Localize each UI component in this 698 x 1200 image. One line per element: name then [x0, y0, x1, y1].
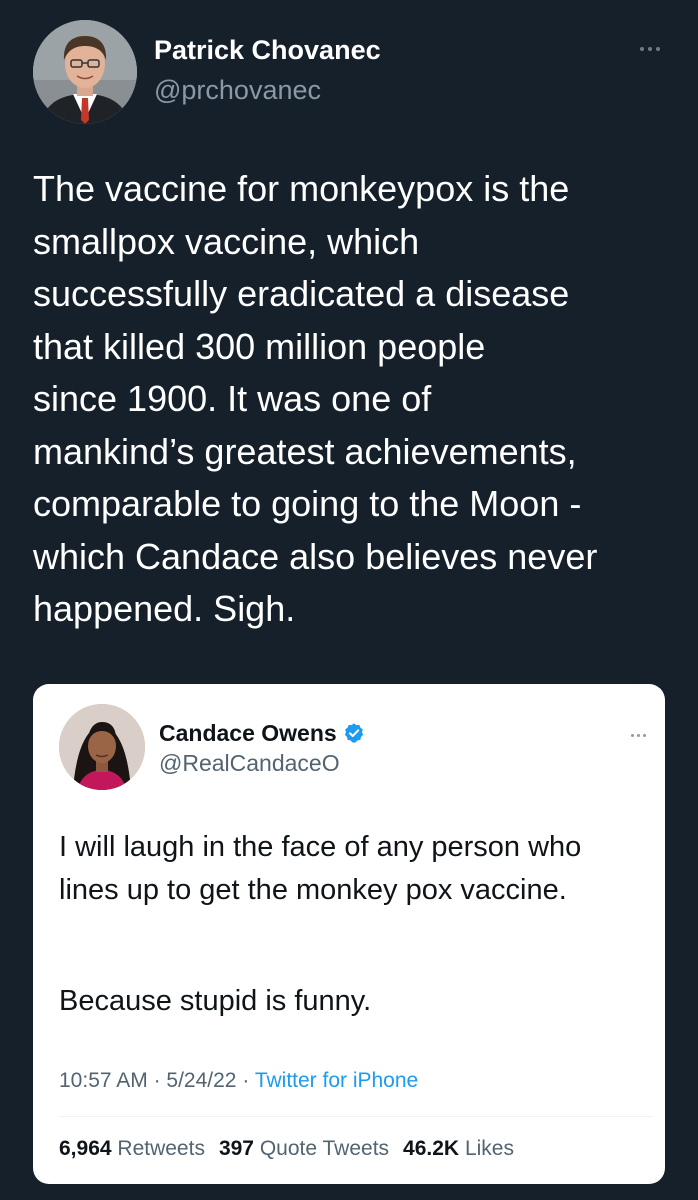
- more-horizontal-icon[interactable]: [623, 726, 653, 744]
- tweet-text-line: which Candace also believes never: [33, 535, 598, 577]
- meta-separator: ·: [153, 1069, 161, 1092]
- quote-tweets-label: Quote Tweets: [259, 1137, 390, 1160]
- avatar-photo-icon: [59, 704, 145, 790]
- tweet-text-line: that killed 300 million people: [33, 325, 486, 367]
- tweet-text-line: since 1900. It was one of: [33, 378, 432, 419]
- quoted-author-handle[interactable]: @RealCandaceO: [159, 748, 340, 778]
- meta-separator: ·: [242, 1069, 250, 1092]
- tweet-source-link[interactable]: Twitter for iPhone: [255, 1069, 418, 1092]
- tweet-text-line: successfully eradicated a disease: [33, 273, 570, 314]
- tweet-text-line: The vaccine for monkeypox is the: [33, 168, 570, 209]
- quote-tweets-count: 397: [218, 1137, 254, 1160]
- likes-count: 46.2K: [403, 1137, 460, 1160]
- tweet-text-line: happened. Sigh.: [33, 588, 296, 629]
- tweet-date[interactable]: 5/24/22: [166, 1069, 236, 1092]
- outer-author-handle[interactable]: @prchovanec: [154, 70, 321, 110]
- quote-tweets-stat[interactable]: 397 Quote Tweets: [219, 1137, 389, 1160]
- likes-label: Likes: [464, 1137, 514, 1160]
- quoted-tweet-text-2: Because stupid is funny.: [59, 985, 372, 1017]
- tweet-meta: 10:57 AM · 5/24/22 · Twitter for iPhone: [59, 1066, 418, 1096]
- verified-badge-icon: [344, 723, 363, 743]
- quoted-author-row[interactable]: Candace Owens: [159, 718, 365, 748]
- likes-stat[interactable]: 46.2K Likes: [403, 1137, 514, 1160]
- outer-tweet-text: The vaccine for monkeypox is the smallpo…: [33, 163, 683, 636]
- quoted-author-avatar[interactable]: [59, 704, 145, 790]
- tweet-text-line: comparable to going to the Moon -: [33, 483, 582, 524]
- divider: [59, 1116, 653, 1117]
- retweets-stat[interactable]: 6,964 Retweets: [59, 1137, 205, 1160]
- retweets-count: 6,964: [59, 1137, 112, 1160]
- retweets-label: Retweets: [117, 1137, 205, 1160]
- quoted-tweet-text: I will laugh in the face of any person w…: [59, 831, 582, 906]
- avatar-photo-icon: [33, 20, 137, 124]
- tweet-time[interactable]: 10:57 AM: [59, 1069, 148, 1092]
- outer-author-avatar[interactable]: [33, 20, 137, 124]
- more-horizontal-icon[interactable]: [632, 38, 668, 60]
- quoted-tweet-card[interactable]: Candace Owens @RealCandaceO I will laugh…: [33, 684, 665, 1184]
- quoted-author-name[interactable]: Candace Owens: [159, 718, 337, 748]
- outer-author-name[interactable]: Patrick Chovanec: [154, 30, 381, 70]
- tweet-stats: 6,964 Retweets 397 Quote Tweets 46.2K Like…: [59, 1134, 514, 1164]
- tweet-text-line: smallpox vaccine, which: [33, 220, 420, 262]
- tweet-text-line: mankind’s greatest achievements,: [33, 430, 577, 472]
